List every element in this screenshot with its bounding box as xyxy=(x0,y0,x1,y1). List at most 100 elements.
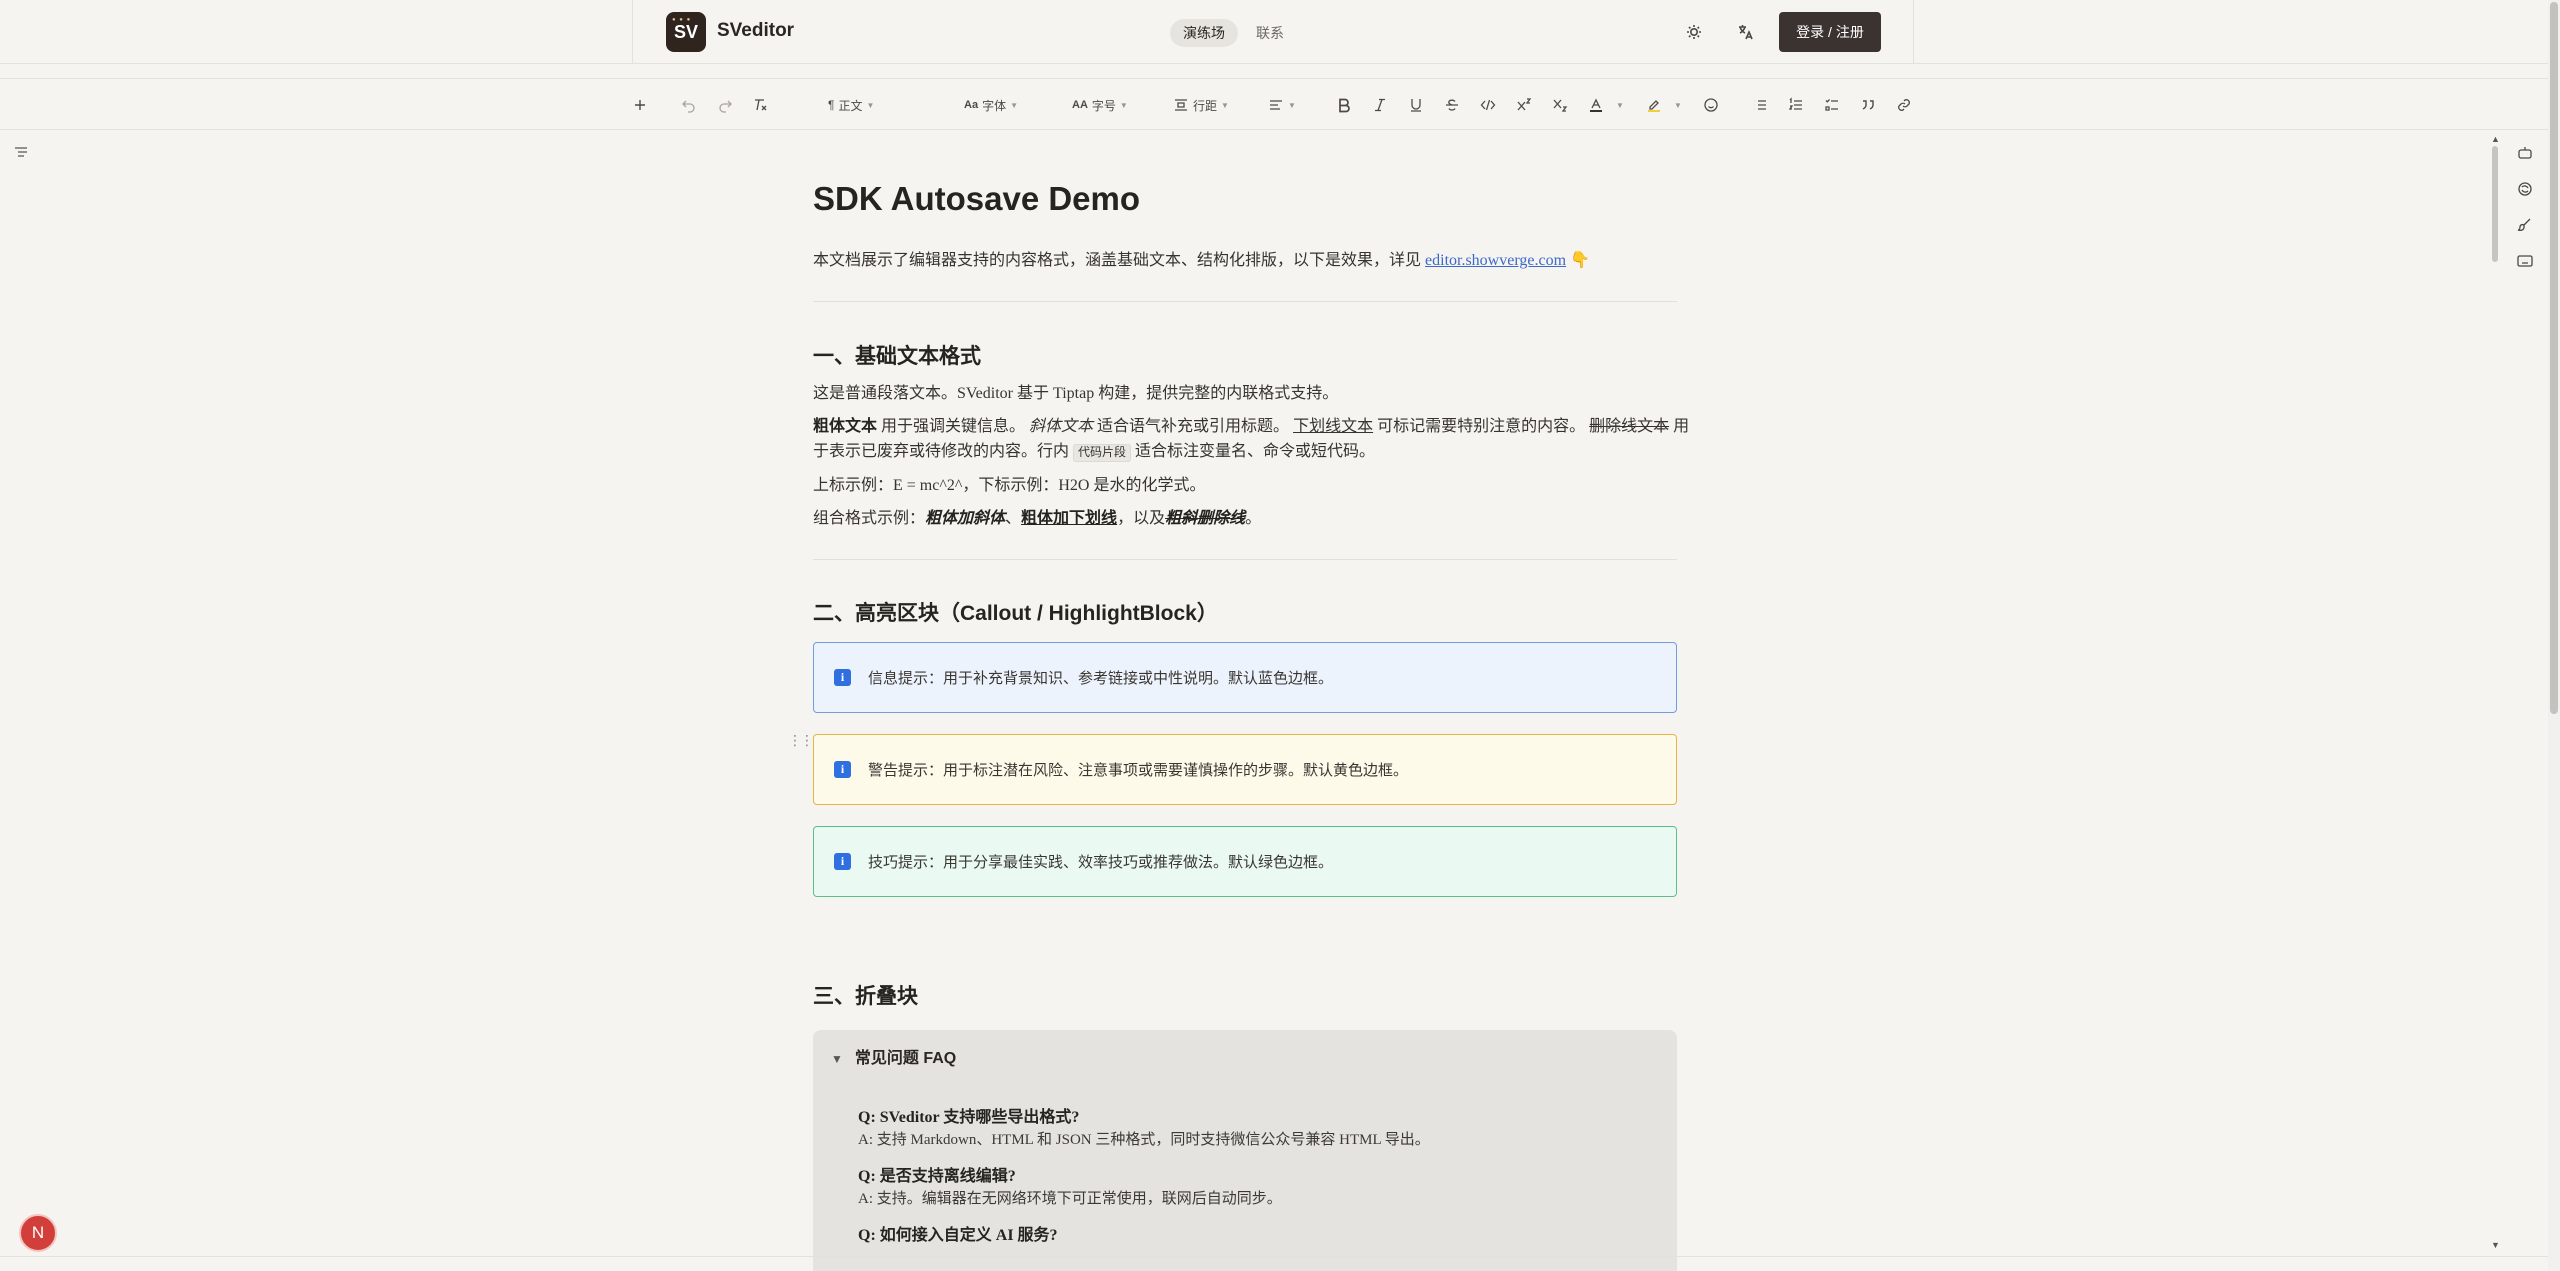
sun-icon[interactable] xyxy=(1682,20,1706,44)
inline-code-sample: 代码片段 xyxy=(1073,444,1132,462)
divider xyxy=(813,301,1677,302)
emoji-button[interactable] xyxy=(1703,94,1719,116)
drag-handle-icon[interactable]: ⋮⋮ xyxy=(788,733,814,747)
brand-name[interactable]: SVeditor xyxy=(717,20,794,42)
callout-info[interactable]: i 信息提示：用于补充背景知识、参考链接或中性说明。默认蓝色边框。 xyxy=(813,642,1677,713)
user-avatar[interactable]: N xyxy=(19,1214,57,1252)
redo-icon xyxy=(719,100,732,113)
blockquote-button[interactable] xyxy=(1860,94,1876,116)
faq-question[interactable]: Q: 如何接入自定义 AI 服务? xyxy=(858,1221,1058,1245)
italic-button[interactable] xyxy=(1372,94,1388,116)
ordered-list-button[interactable] xyxy=(1788,94,1804,116)
inline-code-button[interactable] xyxy=(1480,94,1496,116)
callout-text: 信息提示：用于补充背景知识、参考链接或中性说明。默认蓝色边框。 xyxy=(868,671,1334,687)
footer-divider xyxy=(0,1256,2548,1257)
underline-sample: 下划线文本 xyxy=(1293,418,1374,435)
italic-sample: 斜体文本 xyxy=(1029,418,1094,435)
scroll-down-icon[interactable]: ▼ xyxy=(2491,1240,2500,1250)
logo[interactable]: ● ● ● SV xyxy=(666,12,706,52)
font-size-label: 字号 xyxy=(1091,98,1116,113)
text-color-button[interactable]: ▼ xyxy=(1588,94,1624,116)
logo-text: SV xyxy=(673,21,698,42)
document-title[interactable]: SDK Autosave Demo xyxy=(813,180,1140,218)
line-height-dropdown[interactable]: 行距 ▼ xyxy=(1173,94,1229,116)
callout-warning[interactable]: i 警告提示：用于标注潜在风险、注意事项或需要谨慎操作的步骤。默认黄色边框。 xyxy=(813,734,1677,805)
robot-icon[interactable] xyxy=(2516,144,2534,162)
chevron-down-icon: ▼ xyxy=(1010,100,1018,110)
text-segment: 组合格式示例： xyxy=(813,510,926,527)
editor-scrollbar-thumb[interactable] xyxy=(2492,146,2498,262)
translate-icon[interactable] xyxy=(1734,20,1758,44)
bold-button[interactable] xyxy=(1336,94,1352,116)
caret-down-icon[interactable]: ▼ xyxy=(831,1052,843,1066)
task-list-icon xyxy=(1825,99,1838,111)
paragraph-combo[interactable]: 组合格式示例：粗体加斜体、粗体加下划线，以及粗斜删除线。 xyxy=(813,504,1261,528)
intro-link[interactable]: editor.showverge.com xyxy=(1425,252,1566,269)
subscript-button[interactable] xyxy=(1552,94,1568,116)
undo-icon xyxy=(682,100,695,113)
text-segment: 适合语气补充或引用标题。 xyxy=(1097,418,1290,435)
superscript-button[interactable] xyxy=(1516,94,1532,116)
info-icon: i xyxy=(834,669,851,686)
faq-question[interactable]: Q: 是否支持离线编辑? xyxy=(858,1162,1016,1186)
paragraph-sup-sub[interactable]: 上标示例：E = mc^2^，下标示例：H2O 是水的化学式。 xyxy=(813,471,1205,495)
font-family-dropdown[interactable]: Aa 字体 ▼ xyxy=(964,94,1018,116)
paragraph-plain[interactable]: 这是普通段落文本。SVeditor 基于 Tiptap 构建，提供完整的内联格式… xyxy=(813,379,1338,403)
text-segment: 用 xyxy=(1673,418,1690,435)
faq-answer[interactable]: A: 支持 Markdown、HTML 和 JSON 三种格式，同时支持微信公众… xyxy=(858,1128,1430,1149)
keyboard-icon[interactable] xyxy=(2516,252,2534,270)
nav-tab-contact[interactable]: 联系 xyxy=(1243,19,1297,47)
insert-button[interactable] xyxy=(632,94,648,116)
paragraph-formats[interactable]: 粗体文本 用于强调关键信息。 斜体文本 适合语气补充或引用标题。 下划线文本 可… xyxy=(813,412,1689,436)
section-heading-collapse[interactable]: 三、折叠块 xyxy=(813,980,918,1010)
paragraph-formats-cont[interactable]: 于表示已废弃或待修改的内容。行内 代码片段 适合标注变量名、命令或短代码。 xyxy=(813,437,1376,462)
clear-format-icon xyxy=(755,99,767,111)
emoji-icon xyxy=(1704,98,1718,112)
strikethrough-button[interactable] xyxy=(1444,94,1460,116)
callout-text: 技巧提示：用于分享最佳实践、效率技巧或推荐做法。默认绿色边框。 xyxy=(868,855,1334,871)
bold-icon xyxy=(1339,98,1350,113)
redo-button[interactable] xyxy=(717,94,733,116)
section-heading-callout[interactable]: 二、高亮区块（Callout / HighlightBlock） xyxy=(813,597,1218,627)
align-dropdown[interactable]: ▼ xyxy=(1268,94,1296,116)
intro-paragraph[interactable]: 本文档展示了编辑器支持的内容格式，涵盖基础文本、结构化排版，以下是效果，详见 e… xyxy=(813,246,1590,270)
collapsible-title: 常见问题 FAQ xyxy=(854,1050,957,1067)
task-list-button[interactable] xyxy=(1824,94,1840,116)
pointing-down-icon: 👇 xyxy=(1570,252,1590,269)
scroll-up-icon[interactable]: ▲ xyxy=(2491,134,2500,144)
text-color-icon xyxy=(1590,98,1602,112)
outline-toggle-icon[interactable] xyxy=(12,143,30,161)
highlight-button[interactable]: ▼ xyxy=(1646,94,1682,116)
pilcrow-icon: ¶ xyxy=(828,98,835,112)
paragraph-dropdown[interactable]: ¶ 正文 ▼ xyxy=(828,94,874,116)
highlighter-icon xyxy=(1648,100,1660,112)
window-scrollbar-thumb[interactable] xyxy=(2550,2,2558,714)
login-register-button[interactable]: 登录 / 注册 xyxy=(1779,12,1881,52)
align-left-icon xyxy=(1270,100,1282,110)
callout-tip[interactable]: i 技巧提示：用于分享最佳实践、效率技巧或推荐做法。默认绿色边框。 xyxy=(813,826,1677,897)
collapsible-header[interactable]: ▼ 常见问题 FAQ xyxy=(831,1044,956,1068)
link-button[interactable] xyxy=(1896,94,1912,116)
bold-sample: 粗体文本 xyxy=(813,418,878,435)
undo-button[interactable] xyxy=(681,94,697,116)
collapsible-block[interactable]: ▼ 常见问题 FAQ Q: SVeditor 支持哪些导出格式? A: 支持 Ma… xyxy=(813,1030,1677,1271)
bullet-list-button[interactable] xyxy=(1752,94,1768,116)
brush-icon[interactable] xyxy=(2516,216,2534,234)
logo-dots-icon: ● ● ● xyxy=(672,17,692,23)
section-heading-basic[interactable]: 一、基础文本格式 xyxy=(813,340,981,370)
ordered-list-icon xyxy=(1788,97,1802,110)
intro-text: 本文档展示了编辑器支持的内容格式，涵盖基础文本、结构化排版，以下是效果，详见 xyxy=(813,252,1422,269)
clear-format-button[interactable] xyxy=(752,94,768,116)
faq-question[interactable]: Q: SVeditor 支持哪些导出格式? xyxy=(858,1103,1079,1127)
nav-tab-playground[interactable]: 演练场 xyxy=(1170,19,1238,47)
bold-italic-sample: 粗体加斜体 xyxy=(925,510,1006,527)
font-size-dropdown[interactable]: AA 字号 ▼ xyxy=(1072,94,1128,116)
underline-button[interactable] xyxy=(1408,94,1424,116)
text-segment: 适合标注变量名、命令或短代码。 xyxy=(1135,443,1376,460)
italic-icon xyxy=(1375,98,1385,112)
quote-icon xyxy=(1862,100,1874,110)
ai-assistant-icon[interactable] xyxy=(2516,180,2534,198)
info-icon: i xyxy=(834,761,851,778)
chevron-down-icon: ▼ xyxy=(1221,100,1229,110)
faq-answer[interactable]: A: 支持。编辑器在无网络环境下可正常使用，联网后自动同步。 xyxy=(858,1187,1282,1208)
